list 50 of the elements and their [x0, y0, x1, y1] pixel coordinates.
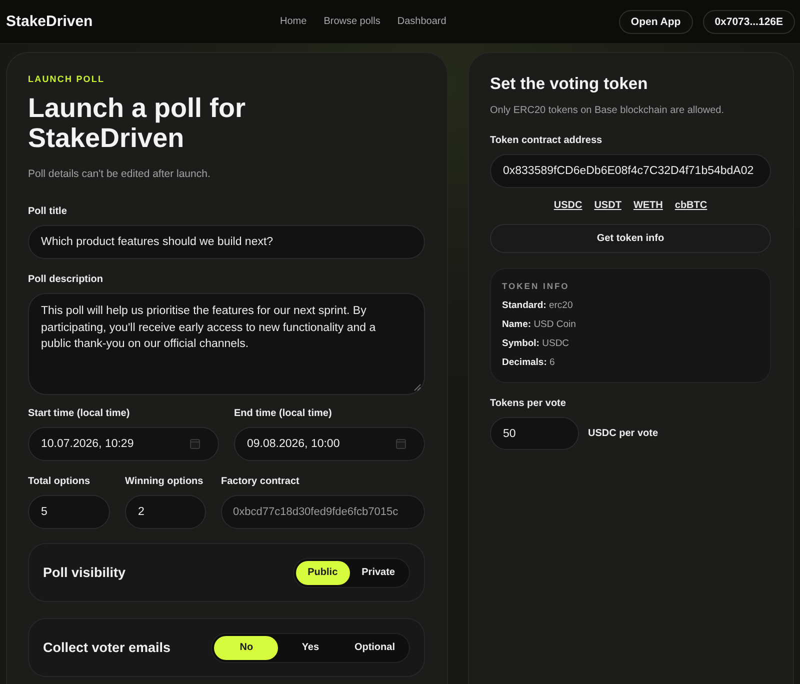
- poll-description-textarea[interactable]: This poll will help us prioritise the features for our next sprint. By participating, you'll receive early access to new functionality and a public thank-you on our official channels.: [28, 293, 425, 395]
- datetime-input[interactable]: 09.08.2026, 10:00: [234, 427, 425, 461]
- token-preset-link[interactable]: USDT: [594, 200, 622, 212]
- segment-option[interactable]: Optional: [342, 636, 407, 660]
- setting-label: Collect voter emails: [43, 640, 171, 655]
- token-info-row-text: Decimals: 6: [502, 356, 555, 370]
- field-label: Factory contract: [221, 476, 300, 488]
- field-label: End time (local time): [234, 408, 333, 420]
- field-label: Poll description: [28, 274, 104, 286]
- nav-link[interactable]: Browse polls: [324, 16, 380, 27]
- token-info-row-text: Standard: erc20: [502, 299, 573, 313]
- token-preset-link[interactable]: cbBTC: [674, 200, 708, 212]
- calendar-icon[interactable]: [396, 439, 406, 449]
- segment-option[interactable]: Public: [296, 560, 350, 584]
- segment-option[interactable]: Yes: [278, 636, 342, 660]
- field-label: Poll title: [28, 206, 68, 218]
- panel-heading: TOKEN INFO: [502, 280, 570, 292]
- token-info-row-text: Name: USD Coin: [502, 318, 576, 332]
- get-token-info-button[interactable]: Get token info: [490, 224, 771, 253]
- field-label: Start time (local time): [28, 408, 131, 420]
- token-preset-link[interactable]: USDC: [554, 200, 582, 212]
- card-title: Set the voting token: [490, 74, 648, 94]
- unit-label: USDC per vote: [588, 428, 658, 439]
- token-info-row-text: Symbol: USDC: [502, 337, 570, 351]
- nav-link[interactable]: Home: [280, 16, 307, 27]
- setting-label: Poll visibility: [43, 565, 126, 580]
- number-input[interactable]: 2: [125, 495, 206, 529]
- card-subtitle: Only ERC20 tokens on Base blockchain are allowed.: [490, 104, 724, 117]
- segment-option[interactable]: Private: [350, 560, 407, 584]
- calendar-icon[interactable]: [190, 439, 200, 449]
- open-app-button[interactable]: Open App: [618, 10, 693, 34]
- field-label: Token contract address: [490, 135, 604, 147]
- section-eyebrow: LAUNCH POLL: [28, 73, 105, 85]
- segment-option[interactable]: No: [214, 636, 278, 660]
- wallet-address-button[interactable]: 0x7073...126E: [702, 10, 795, 34]
- field-label: Winning options: [125, 476, 204, 488]
- tokens-per-vote-input[interactable]: 50: [490, 417, 579, 450]
- poll-title-input[interactable]: Which product features should we build next?: [28, 225, 425, 259]
- logo-text: StakeDriven: [6, 13, 93, 30]
- number-input[interactable]: 5: [28, 495, 110, 529]
- form-subtitle: Poll details can't be edited after launch.: [28, 167, 210, 181]
- nav-link[interactable]: Dashboard: [397, 16, 446, 27]
- field-label: Tokens per vote: [490, 398, 567, 410]
- field-label: Total options: [28, 476, 92, 488]
- datetime-input[interactable]: 10.07.2026, 10:29: [28, 427, 219, 461]
- form-title: Launch a poll for StakeDriven: [28, 93, 247, 153]
- readonly-input[interactable]: 0xbcd77c18d30fed9fde6fcb7015c: [221, 495, 425, 529]
- resize-handle-icon[interactable]: [414, 384, 421, 391]
- token-preset-link[interactable]: WETH: [633, 200, 663, 212]
- token-address-input[interactable]: 0x833589fCD6eDb6E08f4c7C32D4f71b54bdA02: [490, 154, 771, 188]
